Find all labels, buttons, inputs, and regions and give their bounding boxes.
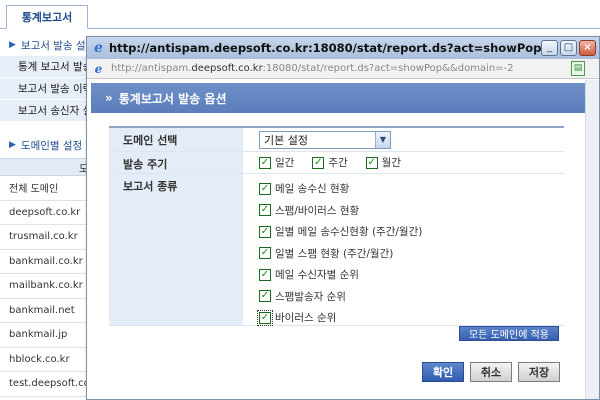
domain-value-cell: 기본 설정 ▼ (243, 128, 564, 151)
period-label: 발송 주기 (109, 152, 243, 173)
sidebar-item-label: 보고서 송신자 설정 (18, 105, 92, 117)
minimize-button[interactable]: _ (541, 40, 558, 56)
page-title: 통계보고서 발송 옵션 (118, 91, 227, 106)
list-item[interactable]: hblock.co.kr (0, 348, 92, 372)
tab-stat-report[interactable]: 통계보고서 (6, 5, 88, 29)
report-type-spammer-rank[interactable]: ✓ 스팸발송자 순위 (259, 286, 564, 308)
save-button[interactable]: 저장 (518, 362, 560, 382)
dialog-buttons: 확인 취소 저장 (422, 362, 560, 382)
list-item[interactable]: bankmail.co.kr (0, 250, 92, 274)
popup-banner: » 통계보고서 발송 옵션 (91, 83, 585, 113)
checkbox-daily-mail[interactable]: ✓ (259, 225, 271, 238)
chevron-down-icon[interactable]: ▼ (375, 131, 390, 148)
period-row: 발송 주기 ✓ 일간 ✓ 주간 ✓ 월간 (109, 152, 564, 174)
sidebar-item-label: 보고서 발송 설정 (20, 39, 92, 52)
chevron-right-icon: ▶ (9, 140, 16, 150)
period-option-weekly[interactable]: ✓ 주간 (312, 155, 348, 170)
sidebar-item-send-report[interactable]: 통계 보고서 발송 (0, 56, 92, 78)
url-prefix: http://antispam. (111, 63, 192, 74)
url-host: deepsoft.co.kr (191, 63, 263, 74)
sidebar-item-label: 통계 보고서 발송 (18, 61, 92, 73)
report-type-daily-spam[interactable]: ✓ 일별 스팸 현황 (주간/월간) (259, 243, 564, 265)
list-item[interactable]: deepsoft.co.kr (0, 201, 92, 225)
tab-divider (0, 28, 600, 29)
report-type-mail-traffic[interactable]: ✓ 메일 송수신 현황 (259, 178, 564, 200)
list-item[interactable]: test.deepsoft.co.kr (0, 372, 92, 397)
period-option-label: 일간 (275, 157, 295, 169)
period-option-monthly[interactable]: ✓ 월간 (365, 155, 401, 170)
period-option-label: 월간 (381, 157, 401, 169)
domain-row: 도메인 선택 기본 설정 ▼ (109, 128, 564, 152)
report-type-spam-virus[interactable]: ✓ 스팸/바이러스 현황 (259, 200, 564, 222)
sidebar-item-label: 도메인별 설정 (20, 139, 83, 152)
close-button[interactable]: × (579, 40, 596, 56)
report-type-label: 메일 송수신 현황 (275, 183, 350, 196)
checkbox-recipient-rank[interactable]: ✓ (259, 268, 271, 281)
checkbox-monthly[interactable]: ✓ (365, 156, 378, 169)
address-url: http://antispam.deepsoft.co.kr:18080/sta… (111, 63, 514, 74)
page-status-icon: ▤ (571, 61, 585, 76)
sidebar-item-domain-settings[interactable]: ▶ 도메인별 설정 (0, 134, 92, 156)
period-options: ✓ 일간 ✓ 주간 ✓ 월간 (243, 152, 564, 173)
window-titlebar[interactable]: e http://antispam.deepsoft.co.kr:18080/s… (87, 37, 599, 59)
checkbox-virus-rank[interactable]: ✓ (257, 309, 273, 326)
double-chevron-icon: » (105, 91, 113, 105)
address-bar[interactable]: e http://antispam.deepsoft.co.kr:18080/s… (87, 59, 599, 79)
checkbox-daily[interactable]: ✓ (259, 156, 271, 169)
report-type-label: 메일 수신자별 순위 (275, 269, 359, 282)
sidebar-item-report-settings[interactable]: ▶ 보고서 발송 설정 (0, 34, 92, 56)
domain-label: 도메인 선택 (109, 128, 243, 151)
domain-select-value: 기본 설정 (264, 133, 308, 147)
list-item[interactable]: bankmail.jp (0, 323, 92, 348)
checkbox-spammer-rank[interactable]: ✓ (259, 290, 271, 303)
report-types-row: 보고서 종류 ✓ 메일 송수신 현황 ✓ 스팸/바이러스 현황 ✓ 일별 메일 … (109, 174, 564, 326)
report-type-label: 일별 메일 송수신현황 (주간/월간) (275, 226, 423, 239)
report-type-label: 스팸/바이러스 현황 (275, 204, 360, 217)
report-type-label: 스팸발송자 순위 (275, 290, 346, 303)
report-types-options: ✓ 메일 송수신 현황 ✓ 스팸/바이러스 현황 ✓ 일별 메일 송수신현황 (… (243, 174, 564, 326)
window-title: http://antispam.deepsoft.co.kr:18080/sta… (109, 41, 549, 55)
domain-list: 전체 도메인 deepsoft.co.kr trusmail.co.kr ban… (0, 176, 92, 397)
browser-icon: e (94, 40, 103, 56)
sidebar-menu: ▶ 보고서 발송 설정 통계 보고서 발송 보고서 발송 이력 보고서 송신자 … (0, 34, 92, 156)
sidebar-item-send-history[interactable]: 보고서 발송 이력 (0, 78, 92, 100)
list-item[interactable]: bankmail.net (0, 299, 92, 323)
maximize-button[interactable]: □ (560, 40, 577, 56)
checkbox-weekly[interactable]: ✓ (312, 156, 325, 169)
sidebar-item-label: 보고서 발송 이력 (18, 83, 92, 95)
chevron-right-icon: ▶ (9, 40, 16, 50)
list-item[interactable]: 전체 도메인 (0, 176, 92, 201)
domain-select[interactable]: 기본 설정 ▼ (259, 130, 391, 149)
domain-column-header: 도 (0, 158, 92, 176)
period-option-daily[interactable]: ✓ 일간 (259, 155, 294, 170)
popup-content: » 통계보고서 발송 옵션 도메인 선택 기본 설정 ▼ 발송 주기 ✓ 일간 … (87, 80, 585, 399)
vertical-scrollbar[interactable] (585, 80, 599, 399)
report-options-form: 도메인 선택 기본 설정 ▼ 발송 주기 ✓ 일간 ✓ 주간 ✓ 월간 보고서 … (109, 126, 564, 326)
cancel-button[interactable]: 취소 (470, 362, 512, 382)
confirm-button[interactable]: 확인 (422, 362, 464, 382)
report-types-label: 보고서 종류 (109, 174, 243, 325)
sidebar-item-sender-settings[interactable]: 보고서 송신자 설정 (0, 100, 92, 122)
checkbox-spam-virus[interactable]: ✓ (259, 204, 271, 217)
report-type-label: 일별 스팸 현황 (주간/월간) (275, 247, 394, 260)
list-item[interactable]: trusmail.co.kr (0, 225, 92, 250)
period-option-label: 주간 (328, 157, 348, 169)
list-item[interactable]: mailbank.co.kr (0, 274, 92, 299)
popup-window: e http://antispam.deepsoft.co.kr:18080/s… (86, 36, 600, 400)
report-type-label: 바이러스 순위 (275, 312, 337, 325)
report-type-daily-mail[interactable]: ✓ 일별 메일 송수신현황 (주간/월간) (259, 221, 564, 243)
browser-icon: e (94, 61, 103, 76)
url-suffix: :18080/stat/report.ds?act=showPop&&domai… (262, 63, 514, 74)
window-controls: _ □ × (541, 40, 596, 56)
checkbox-mail-traffic[interactable]: ✓ (259, 182, 271, 195)
checkbox-daily-spam[interactable]: ✓ (259, 247, 271, 260)
apply-all-domains-button[interactable]: 모든 도메인에 적용 (459, 326, 559, 341)
report-type-recipient-rank[interactable]: ✓ 메일 수신자별 순위 (259, 264, 564, 286)
